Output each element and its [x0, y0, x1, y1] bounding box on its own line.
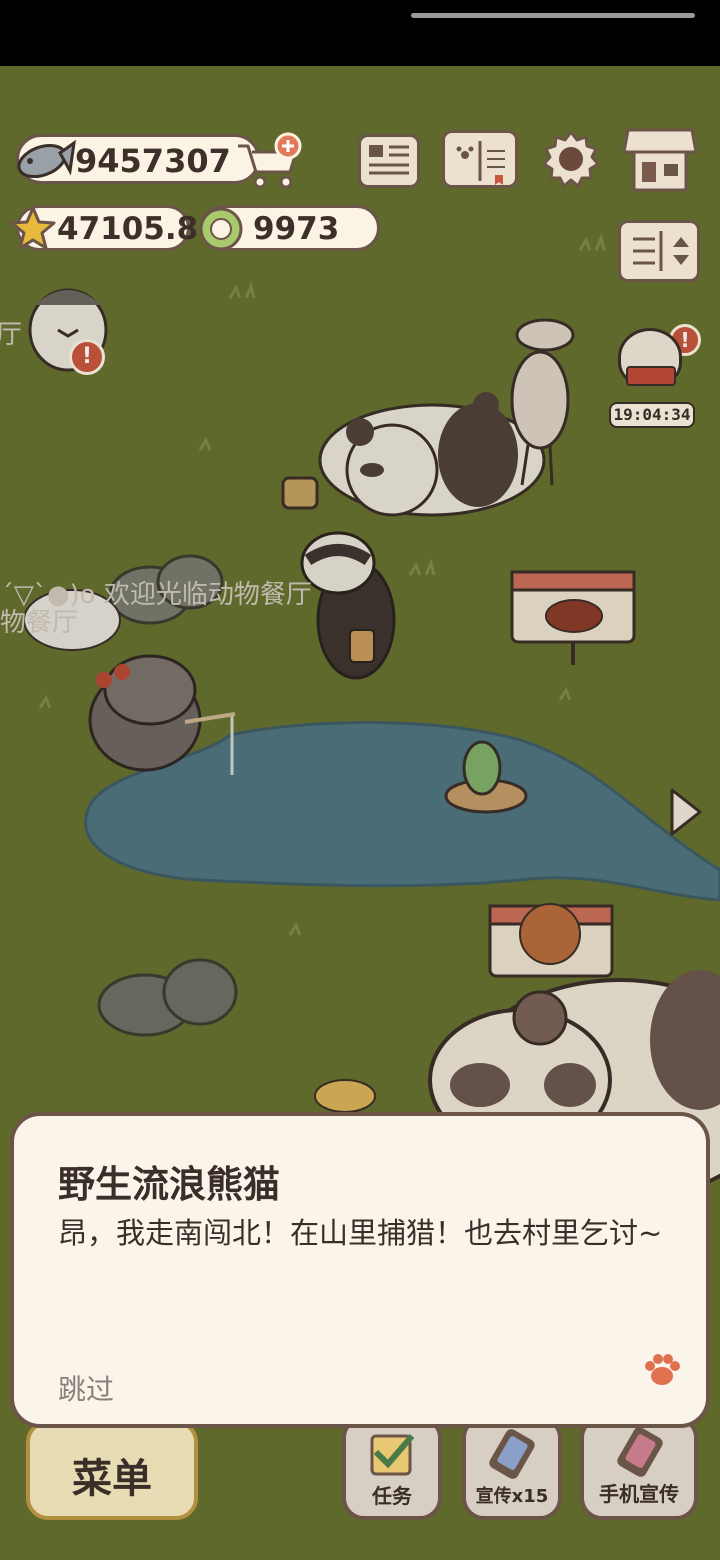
- settings-button[interactable]: [540, 128, 602, 190]
- checkbox-icon: [370, 1434, 415, 1476]
- status-bar: [0, 0, 720, 66]
- coin-count: 9973: [253, 211, 340, 247]
- fish-icon: [17, 139, 76, 179]
- star-icon: [10, 206, 56, 250]
- store-button[interactable]: [622, 124, 698, 194]
- menu-label: 菜单: [72, 1456, 152, 1502]
- book-icon: [456, 141, 505, 185]
- tasks-button[interactable]: 任务: [342, 1416, 442, 1520]
- promote-button[interactable]: 宣传x15: [462, 1416, 562, 1520]
- phone-icon: [489, 1429, 535, 1479]
- menu-button[interactable]: 菜单: [26, 1420, 198, 1520]
- gesture-bar: [411, 13, 695, 18]
- paw-icon: [645, 1354, 680, 1385]
- speaker-name: 野生流浪熊猫: [58, 1163, 280, 1206]
- phone-icon: [617, 1427, 663, 1477]
- dialog-text: 昂，我走南闯北！在山里捕猎！也去村里乞讨~: [58, 1216, 663, 1250]
- newspaper-button[interactable]: [358, 134, 420, 188]
- gear-icon: [542, 130, 600, 188]
- cart-icon: [238, 132, 302, 189]
- sort-icon: [633, 231, 689, 271]
- fish-count: 9457307: [75, 142, 231, 180]
- dialog-box[interactable]: 野生流浪熊猫 昂，我走南闯北！在山里捕猎！也去村里乞讨~ 跳过: [10, 1112, 710, 1428]
- promote-label: 宣传x15: [475, 1486, 549, 1507]
- shop-cart-button[interactable]: [232, 132, 304, 192]
- star-count: 47105.8: [57, 211, 199, 247]
- phone-promote-label: 手机宣传: [599, 1482, 679, 1506]
- recipe-book-button[interactable]: [442, 130, 518, 188]
- phone-promote-button[interactable]: 手机宣传: [580, 1416, 698, 1520]
- store-icon: [622, 128, 698, 192]
- tasks-label: 任务: [372, 1484, 412, 1508]
- newspaper-icon: [369, 145, 409, 175]
- sort-toggle-button[interactable]: [618, 220, 700, 282]
- coin-icon: [199, 207, 243, 251]
- skip-button[interactable]: 跳过: [58, 1368, 114, 1408]
